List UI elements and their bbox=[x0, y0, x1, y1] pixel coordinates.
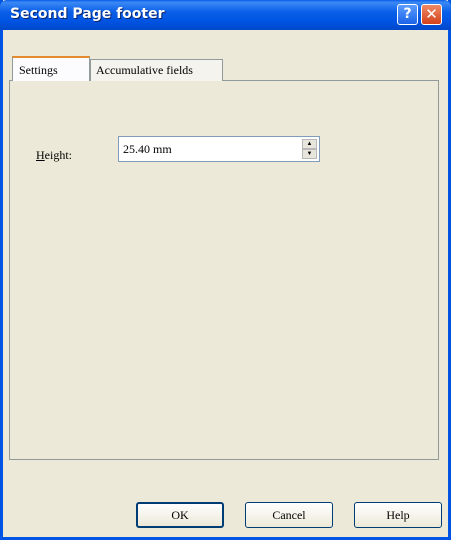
ok-button[interactable]: OK bbox=[136, 502, 224, 528]
spin-up-icon[interactable]: ▲ bbox=[302, 139, 317, 149]
dialog-title: Second Page footer bbox=[10, 6, 165, 22]
tab-accumulative-fields-label: Accumulative fields bbox=[96, 63, 193, 77]
tab-accumulative-fields[interactable]: Accumulative fields bbox=[90, 59, 223, 81]
help-icon[interactable]: ? bbox=[397, 4, 418, 25]
cancel-button[interactable]: Cancel bbox=[245, 502, 333, 528]
height-label-accesskey: H bbox=[36, 148, 45, 162]
tab-settings[interactable]: Settings bbox=[12, 56, 90, 81]
help-button[interactable]: Help bbox=[354, 502, 442, 528]
spin-down-icon[interactable]: ▼ bbox=[302, 149, 317, 159]
height-input[interactable]: 25.40 mm bbox=[123, 142, 172, 157]
height-label-text: eight: bbox=[44, 148, 72, 162]
height-spinner[interactable]: 25.40 mm ▲ ▼ bbox=[118, 136, 320, 162]
titlebar[interactable]: Second Page footer ? ✕ bbox=[0, 0, 451, 30]
tab-settings-label: Settings bbox=[19, 63, 58, 77]
height-label: Height: bbox=[36, 148, 72, 163]
close-icon[interactable]: ✕ bbox=[421, 4, 442, 25]
